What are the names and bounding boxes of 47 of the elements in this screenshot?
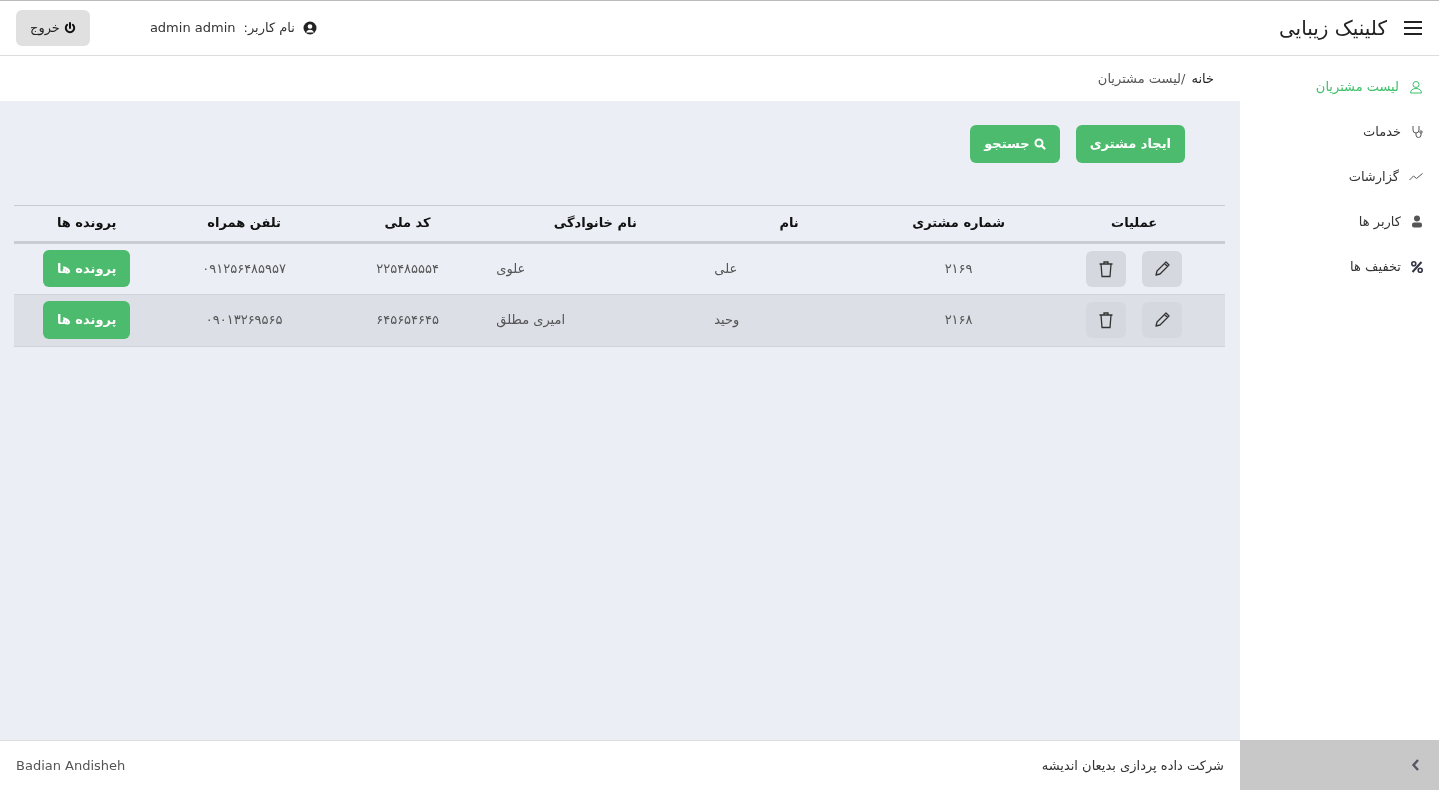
chevron-icon <box>1411 758 1421 772</box>
edit-button[interactable] <box>1142 250 1183 287</box>
power-icon <box>63 22 76 34</box>
percent-icon <box>1411 260 1423 273</box>
user-label: نام کاربر: <box>243 19 295 38</box>
pencil-icon <box>1153 311 1172 329</box>
first-name: وحید <box>714 312 740 328</box>
column-header: شماره مشتری <box>873 205 1044 242</box>
customer-number: ۲۱۶۸ <box>944 312 973 328</box>
app-title: کلینیک زیبایی <box>1278 15 1387 42</box>
trend-line-icon <box>1409 172 1423 181</box>
column-header: نام <box>704 205 874 242</box>
edit-button[interactable] <box>1142 302 1183 338</box>
last-name: علوی <box>496 260 526 276</box>
trash-icon <box>1098 311 1115 329</box>
column-header: تلفن همراه <box>159 205 329 242</box>
company-name: شرکت داده پردازی بدیعان اندیشه <box>1041 756 1224 775</box>
search-icon <box>1033 137 1046 150</box>
brand-name: Badian Andisheh <box>16 756 126 775</box>
pencil-icon <box>1153 259 1172 278</box>
logout-button[interactable]: خروج <box>16 10 90 46</box>
first-name: علی <box>714 260 738 276</box>
user-icon <box>302 21 317 35</box>
column-header: کد ملی <box>328 205 487 242</box>
customer-number: ۲۱۶۹ <box>944 260 973 276</box>
column-header: نام خانوادگی <box>486 205 705 242</box>
sidebar-item[interactable]: گزارشات <box>1240 154 1439 199</box>
trash-icon <box>1098 259 1115 278</box>
column-header: عملیات <box>1043 205 1225 242</box>
menu-icon[interactable] <box>1403 20 1423 36</box>
sidebar-item[interactable]: خدمات <box>1240 109 1439 154</box>
national-code: ۶۴۵۶۵۴۶۴۵ <box>376 312 440 328</box>
stethoscope-icon <box>1411 125 1423 138</box>
delete-button[interactable] <box>1086 250 1127 287</box>
sidebar-toggle-button[interactable] <box>1240 740 1439 790</box>
user-name: admin admin <box>149 19 236 38</box>
national-code: ۲۲۵۴۸۵۵۵۴ <box>376 260 440 276</box>
column-header: پرونده ها <box>14 205 160 242</box>
mobile-number: ۰۹۰۱۳۲۶۹۵۶۵ <box>205 312 283 328</box>
sidebar-item[interactable]: کاربر ها <box>1240 199 1439 244</box>
sidebar-item[interactable]: تخفیف ها <box>1240 244 1439 289</box>
mobile-number: ۰۹۱۲۵۶۴۸۵۹۵۷ <box>202 260 287 276</box>
delete-button[interactable] <box>1086 302 1127 338</box>
breadcrumb-item[interactable]: خانه <box>1191 68 1214 89</box>
breadcrumb-item: /لیست مشتریان <box>1097 69 1186 88</box>
person-icon <box>1409 79 1423 94</box>
last-name: امیری مطلق <box>496 312 566 328</box>
